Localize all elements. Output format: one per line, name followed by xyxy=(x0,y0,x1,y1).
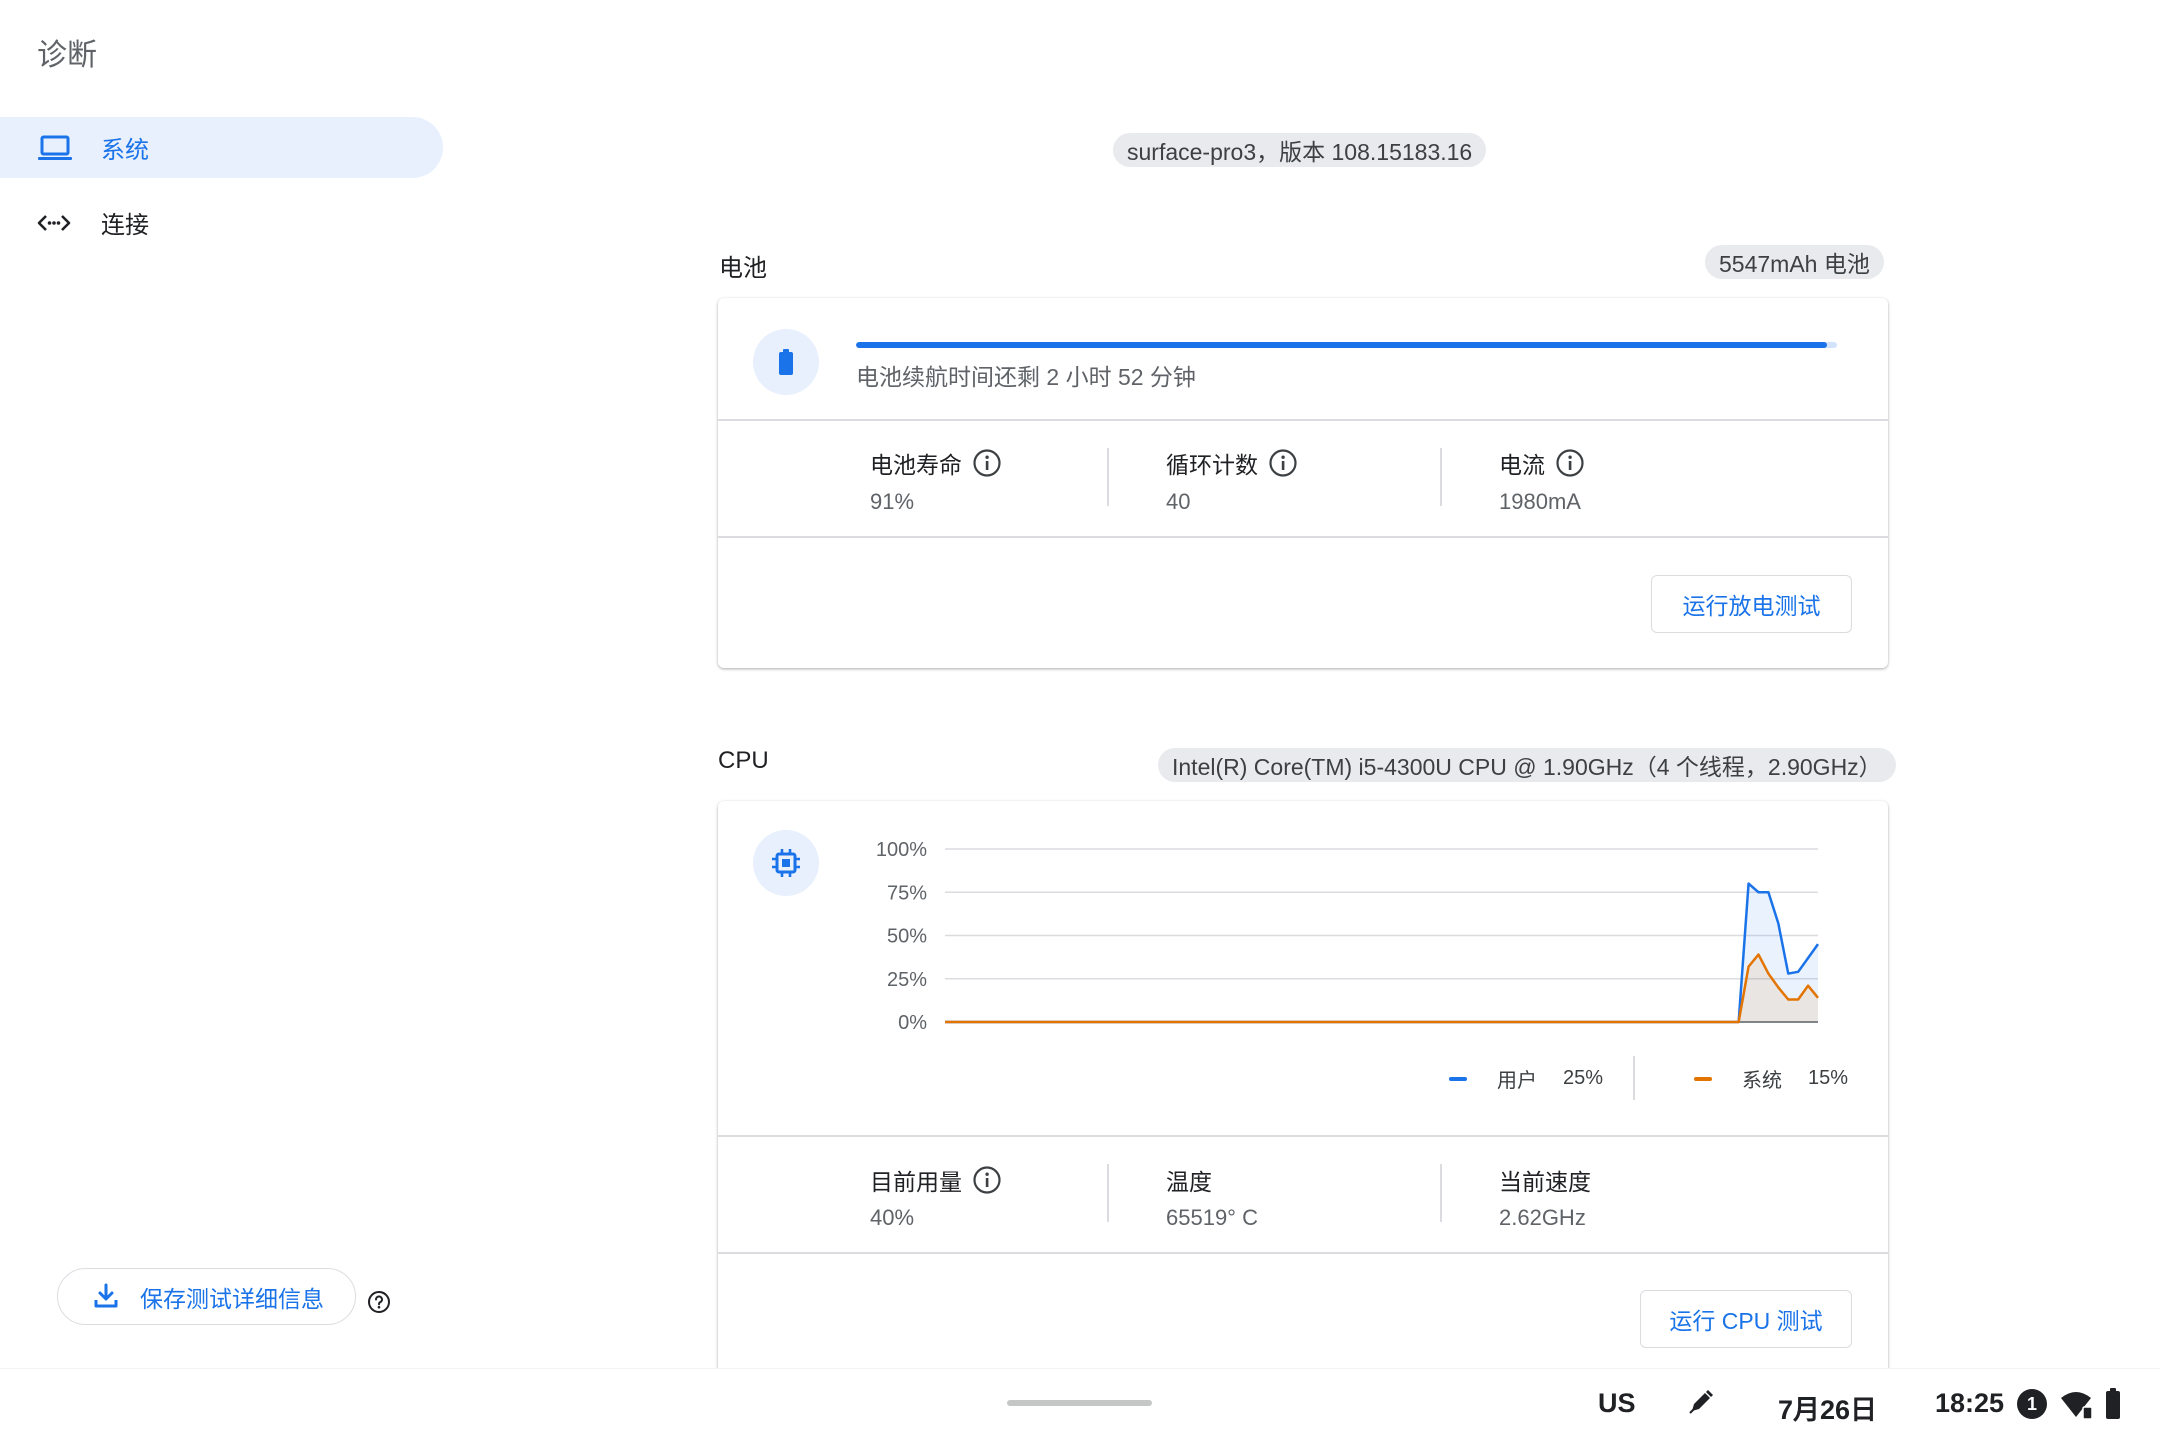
battery-charge-bar xyxy=(856,342,1837,348)
stat-label-text: 电池寿命 xyxy=(870,452,962,478)
temperature-value: 65519° C xyxy=(1166,1205,1258,1230)
run-cpu-test-button[interactable]: 运行 CPU 测试 xyxy=(1640,1290,1852,1348)
connectivity-icon xyxy=(37,213,71,233)
divider xyxy=(1440,448,1442,506)
home-gesture-bar[interactable] xyxy=(1007,1400,1152,1406)
battery-icon xyxy=(777,348,795,376)
series-line-user xyxy=(945,882,1820,1024)
cpu-model-chip: Intel(R) Core(TM) i5-4300U CPU @ 1.90GHz… xyxy=(1158,748,1896,782)
divider xyxy=(1633,1056,1635,1100)
battery-card: 电池续航时间还剩 2 小时 52 分钟 电池寿命 91% 循环计数 40 电流 … xyxy=(718,298,1888,668)
series-area-user xyxy=(945,883,1818,1022)
legend-user: 用户 25% xyxy=(1449,1064,1603,1093)
wifi-icon[interactable] xyxy=(2060,1390,2094,1420)
date-label[interactable]: 7月26日 xyxy=(1778,1388,1877,1427)
info-icon[interactable] xyxy=(1555,448,1585,478)
battery-health-label: 电池寿命 xyxy=(870,446,1002,480)
divider xyxy=(718,419,1888,421)
laptop-icon xyxy=(37,134,73,162)
y-tick-label: 75% xyxy=(887,882,927,904)
legend-name: 系统 xyxy=(1742,1070,1782,1092)
run-discharge-test-button[interactable]: 运行放电测试 xyxy=(1651,575,1852,633)
stat-label-text: 循环计数 xyxy=(1166,452,1258,478)
legend-value: 15% xyxy=(1808,1067,1849,1089)
divider xyxy=(1107,1164,1109,1222)
legend-system: 系统 15% xyxy=(1694,1064,1848,1093)
battery-status-icon[interactable] xyxy=(2105,1388,2121,1420)
battery-charge-fill xyxy=(856,342,1828,348)
battery-health-value: 91% xyxy=(870,489,915,514)
y-tick-label: 25% xyxy=(887,969,927,991)
cycle-count-value: 40 xyxy=(1166,489,1191,514)
y-tick-label: 0% xyxy=(898,1012,927,1034)
current-speed-value: 2.62GHz xyxy=(1499,1205,1586,1230)
info-icon[interactable] xyxy=(1268,448,1298,478)
current-label: 电流 xyxy=(1499,446,1585,480)
battery-capacity-chip: 5547mAh 电池 xyxy=(1705,245,1884,279)
divider xyxy=(718,1135,1888,1137)
info-icon[interactable] xyxy=(972,448,1002,478)
sidebar-item-system[interactable]: 系统 xyxy=(0,117,443,178)
legend-swatch-user xyxy=(1449,1076,1467,1081)
current-usage-label: 目前用量 xyxy=(870,1163,1002,1197)
app-title: 诊断 xyxy=(37,39,97,72)
stat-label-text: 电流 xyxy=(1499,452,1545,478)
cycle-count-label: 循环计数 xyxy=(1166,446,1298,480)
save-test-details-button[interactable]: 保存测试详细信息 xyxy=(57,1268,356,1325)
sidebar-item-label: 连接 xyxy=(101,212,149,239)
cpu-section-title: CPU xyxy=(718,747,769,774)
cpu-card: 100% 75% 50% 25% 0% 用户 25% 系统 15% 目前用量 40% 温… xyxy=(718,801,1888,1401)
time-label[interactable]: 18:25 xyxy=(1935,1388,2004,1419)
battery-icon-circle xyxy=(753,329,819,395)
divider xyxy=(1440,1164,1442,1222)
y-tick-label: 50% xyxy=(887,926,927,948)
series-line-system xyxy=(945,953,1819,1024)
divider xyxy=(718,536,1888,538)
sidebar-item-connectivity[interactable]: 连接 xyxy=(0,192,443,253)
notification-badge[interactable]: 1 xyxy=(2017,1389,2047,1419)
current-speed-label: 当前速度 xyxy=(1499,1163,1591,1197)
series-area-system xyxy=(945,954,1818,1022)
legend-value: 25% xyxy=(1563,1067,1604,1089)
current-value: 1980mA xyxy=(1499,489,1581,514)
battery-status-text: 电池续航时间还剩 2 小时 52 分钟 xyxy=(856,364,1196,390)
save-button-label: 保存测试详细信息 xyxy=(140,1285,324,1312)
battery-section-title: 电池 xyxy=(719,255,767,282)
download-icon xyxy=(92,1282,120,1310)
cpu-usage-chart: 100% 75% 50% 25% 0% xyxy=(876,839,1820,1034)
info-icon[interactable] xyxy=(972,1165,1002,1195)
stat-label-text: 温度 xyxy=(1166,1169,1212,1195)
stat-label-text: 当前速度 xyxy=(1499,1169,1591,1195)
y-tick-label: 100% xyxy=(876,839,927,861)
device-info-chip: surface-pro3，版本 108.15183.16 xyxy=(1113,133,1487,167)
legend-swatch-system xyxy=(1694,1076,1712,1081)
sidebar-item-label: 系统 xyxy=(101,137,149,164)
legend-name: 用户 xyxy=(1497,1070,1537,1092)
divider xyxy=(718,1252,1888,1254)
temperature-label: 温度 xyxy=(1166,1163,1212,1197)
help-icon[interactable] xyxy=(367,1290,391,1314)
current-usage-value: 40% xyxy=(870,1205,915,1230)
divider xyxy=(1107,448,1109,506)
stat-label-text: 目前用量 xyxy=(870,1169,962,1195)
stylus-icon[interactable] xyxy=(1687,1388,1715,1416)
ime-indicator[interactable]: US xyxy=(1598,1388,1636,1419)
